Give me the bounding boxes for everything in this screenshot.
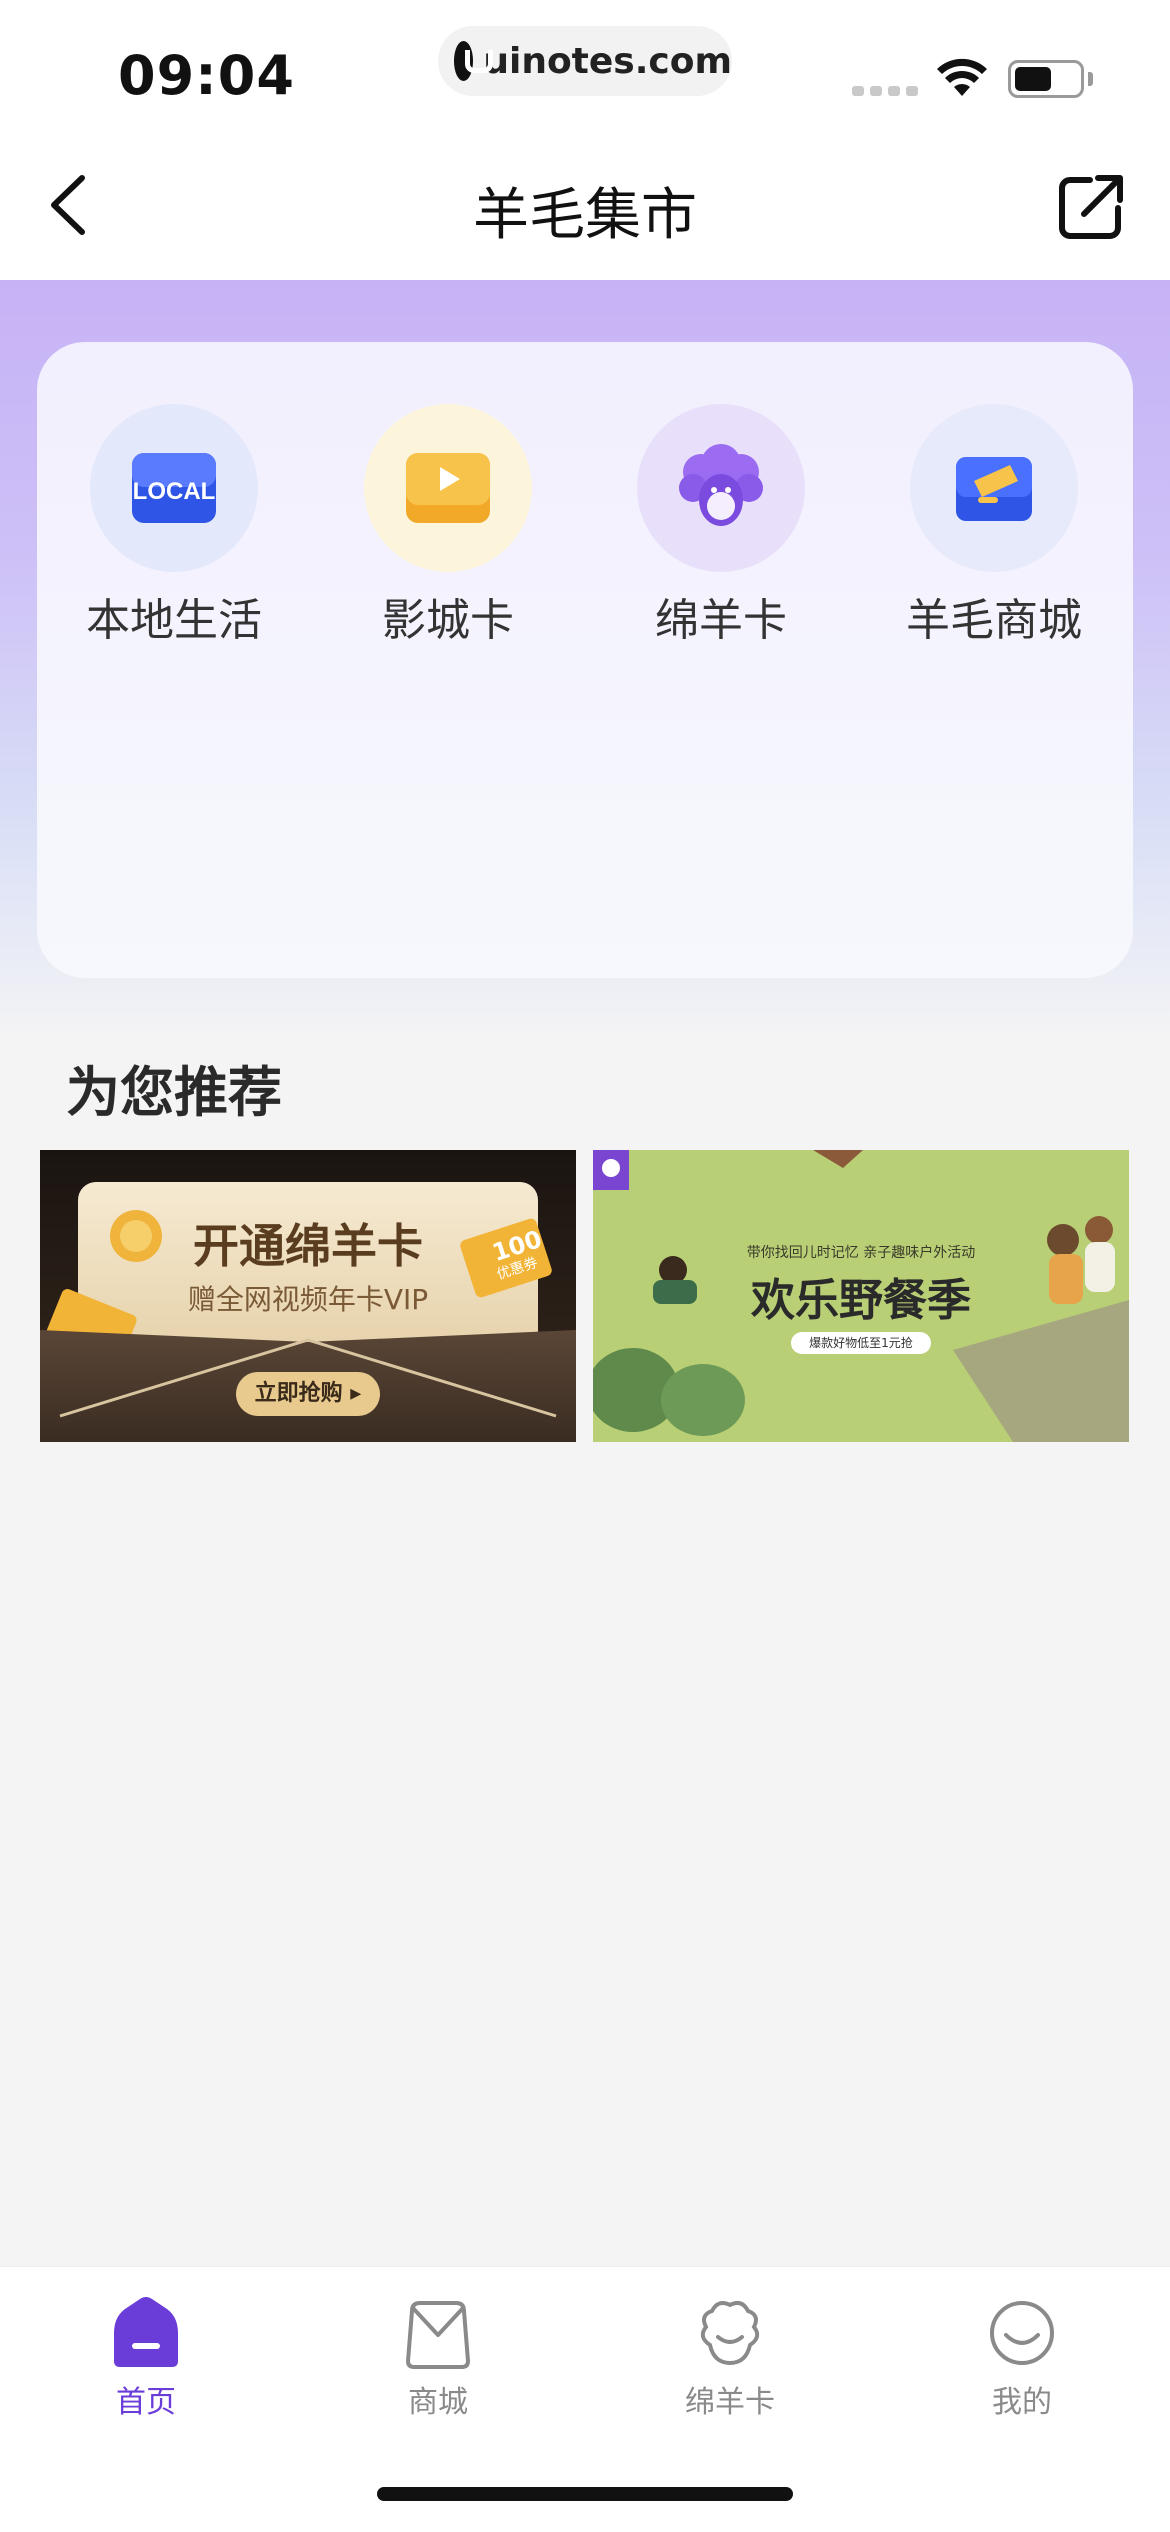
- profile-smile-icon: [990, 2301, 1054, 2365]
- banner-subtitle: 赠全网视频年卡VIP: [187, 1283, 429, 1316]
- status-time: 09:04: [118, 44, 295, 107]
- wool-mall-icon: [910, 404, 1078, 572]
- sheep-card-promo-banner[interactable]: 开通绵羊卡 赠全网视频年卡VIP 100 优惠券 立即抢购 ▸: [40, 1150, 576, 1442]
- service-item-local-life[interactable]: LOCAL 本地生活: [54, 404, 294, 648]
- banner-top-line: 带你找回儿时记忆 亲子趣味户外活动: [746, 1245, 976, 1261]
- tab-label: 商城: [408, 2385, 468, 2420]
- picnic-season-banner[interactable]: 带你找回儿时记忆 亲子趣味户外活动 欢乐野餐季 爆款好物低至1元抢: [593, 1150, 1129, 1442]
- services-card: LOCAL 本地生活 影城卡 绵羊卡 羊毛商城: [37, 342, 1133, 978]
- local-life-icon: LOCAL: [90, 404, 258, 572]
- battery-icon: [1008, 60, 1084, 98]
- site-logo-icon: [454, 41, 494, 81]
- tab-mall[interactable]: 商城: [338, 2293, 538, 2421]
- sheep-card-icon: [637, 404, 805, 572]
- shopping-bag-icon: [405, 2301, 471, 2369]
- cellular-signal-icon: [852, 86, 918, 96]
- cinema-card-icon: [364, 404, 532, 572]
- service-label: 本地生活: [86, 595, 262, 646]
- service-item-sheep-card[interactable]: 绵羊卡: [601, 404, 841, 648]
- recommend-section-title: 为您推荐: [66, 1061, 282, 1124]
- home-icon: [114, 2297, 178, 2367]
- banner-title: 欢乐野餐季: [751, 1275, 971, 1326]
- battery-cap: [1088, 72, 1093, 86]
- page-title: 羊毛集市: [473, 183, 697, 248]
- tab-label: 绵羊卡: [685, 2385, 775, 2420]
- buy-now-button[interactable]: 立即抢购 ▸: [236, 1372, 380, 1416]
- wifi-icon: [937, 58, 987, 96]
- service-item-cinema-card[interactable]: 影城卡: [328, 404, 568, 648]
- tab-sheep-card[interactable]: 绵羊卡: [630, 2293, 830, 2421]
- tab-profile[interactable]: 我的: [922, 2293, 1122, 2421]
- url-pill[interactable]: uinotes.com: [438, 26, 732, 96]
- tab-label: 我的: [992, 2385, 1052, 2420]
- tab-home[interactable]: 首页: [46, 2293, 246, 2421]
- tab-label: 首页: [116, 2385, 176, 2420]
- banner-bottom-line: 爆款好物低至1元抢: [791, 1332, 931, 1354]
- service-item-wool-mall[interactable]: 羊毛商城: [874, 404, 1114, 648]
- home-indicator: [377, 2487, 793, 2501]
- service-label: 羊毛商城: [906, 595, 1082, 646]
- share-external-icon[interactable]: [1054, 170, 1128, 244]
- service-label: 影城卡: [382, 595, 514, 646]
- status-bar: 09:04 uinotes.com: [0, 0, 1170, 130]
- svg-text:LOCAL: LOCAL: [133, 478, 216, 505]
- service-label: 绵羊卡: [655, 595, 787, 646]
- url-text: uinotes.com: [483, 40, 732, 82]
- sheep-icon: [700, 2301, 760, 2366]
- nav-bar: 羊毛集市: [0, 130, 1170, 280]
